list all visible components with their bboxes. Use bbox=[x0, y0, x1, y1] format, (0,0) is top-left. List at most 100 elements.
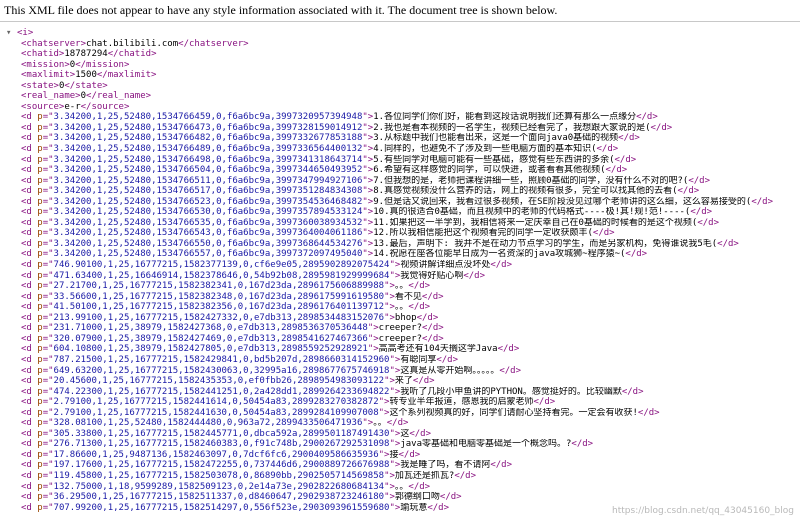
field-close-tag: </mission> bbox=[75, 59, 130, 70]
d-open-tag: <d bbox=[21, 207, 38, 218]
attribute-close: "> bbox=[362, 186, 374, 197]
danmaku-text: 2.我也是看本视频的一名学生，视频已经看完了，我想跟大家说的是( bbox=[373, 122, 651, 133]
field-open-tag: <maxlimit> bbox=[21, 70, 76, 81]
danmaku-text: creeper? bbox=[378, 333, 423, 344]
danmaku-line: <d p="746.90100,1,25,16777215,1582377139… bbox=[0, 260, 800, 271]
danmaku-line: <d p="231.71000,1,25,38979,1582427368,0,… bbox=[0, 323, 800, 334]
d-open-tag: <d bbox=[21, 281, 38, 292]
danmaku-text: 10.真的很适合0基础，而且视频中的老师的代码格式----极!其!规!范!---… bbox=[373, 207, 691, 218]
p-attribute-value: 276.71300,1,25,16777215,1582460383,0,f91… bbox=[53, 439, 390, 450]
root-open-tag: <i> bbox=[17, 28, 34, 38]
d-close-tag: </d> bbox=[497, 344, 520, 355]
danmaku-text: 加瓦还是抓瓦? bbox=[394, 470, 455, 481]
d-close-tag: </d> bbox=[596, 144, 619, 155]
danmaku-line: <d p="132.75000,1,18,9599289,1582509123,… bbox=[0, 482, 800, 493]
d-close-tag: </d> bbox=[409, 428, 432, 439]
attribute-equals: =" bbox=[42, 470, 54, 481]
d-close-tag: </d> bbox=[625, 249, 648, 260]
d-open-tag: <d bbox=[21, 175, 38, 186]
d-close-tag: </d> bbox=[621, 386, 644, 397]
xml-field-line: <state>0</state> bbox=[0, 81, 800, 92]
attribute-equals: =" bbox=[42, 217, 54, 228]
d-close-tag: </d> bbox=[677, 186, 700, 197]
d-close-tag: </d> bbox=[592, 228, 615, 239]
field-value: e-r bbox=[64, 101, 81, 112]
xml-field-line: <source>e-r</source> bbox=[0, 102, 800, 113]
attribute-close: "> bbox=[362, 133, 374, 144]
attribute-equals: =" bbox=[42, 376, 54, 387]
field-value: 18787294 bbox=[64, 49, 108, 60]
d-close-tag: </d> bbox=[614, 154, 637, 165]
p-attribute-value: 649.63200,1,25,16777215,1582430063,0,329… bbox=[53, 365, 390, 376]
field-open-tag: <mission> bbox=[21, 59, 70, 70]
p-attribute-value: 320.07900,1,25,38979,1582427469,0,e7db31… bbox=[53, 333, 368, 344]
danmaku-text: 有聪同享 bbox=[400, 354, 437, 365]
danmaku-line: <d p="36.29500,1,25,16777215,1582511337,… bbox=[0, 492, 800, 503]
d-open-tag: <d bbox=[21, 365, 38, 376]
attribute-equals: =" bbox=[42, 281, 54, 292]
attribute-close: "> bbox=[362, 238, 374, 249]
danmaku-text: 这个系列视频真的好，同学们请耐心坚持看完。一定会有收获! bbox=[389, 407, 638, 418]
danmaku-line: <d p="3.34200,1,25,52480,1534766523,0,f6… bbox=[0, 197, 800, 208]
attribute-equals: =" bbox=[42, 165, 54, 176]
d-close-tag: </d> bbox=[571, 439, 594, 450]
d-close-tag: </d> bbox=[637, 407, 660, 418]
d-open-tag: <d bbox=[21, 397, 38, 408]
attribute-close: "> bbox=[362, 418, 374, 429]
attribute-equals: =" bbox=[42, 344, 54, 355]
p-attribute-value: 328.08100,1,25,52480,1582444480,0,963a72… bbox=[53, 418, 363, 429]
attribute-close: "> bbox=[384, 312, 395, 323]
d-close-tag: </d> bbox=[422, 333, 444, 344]
danmaku-text: 13.最后，声明下: 我并不是在动力节点学习的学生，而是另家机构，免得谁说我5毛… bbox=[373, 238, 718, 249]
danmaku-line: <d p="787.21500,1,25,16777215,1582429841… bbox=[0, 355, 800, 366]
attribute-equals: =" bbox=[42, 428, 54, 439]
p-attribute-value: 707.99200,1,25,16777215,1582514297,0,556… bbox=[53, 502, 390, 513]
d-close-tag: </d> bbox=[416, 312, 439, 323]
attribute-equals: =" bbox=[42, 260, 54, 271]
p-attribute-value: 3.34200,1,25,52480,1534766511,0,f6a6bc9a… bbox=[53, 175, 363, 186]
attribute-close: "> bbox=[378, 449, 390, 460]
d-open-tag: <d bbox=[21, 122, 38, 133]
xml-field-line: <chatserver>chat.bilibili.com</chatserve… bbox=[0, 39, 800, 50]
attribute-close: "> bbox=[389, 260, 401, 271]
p-attribute-value: 36.29500,1,25,16777215,1582511337,0,d846… bbox=[53, 492, 385, 503]
d-close-tag: </d> bbox=[650, 122, 673, 133]
p-attribute-value: 3.34200,1,25,52480,1534766535,0,f6a6bc9a… bbox=[53, 217, 363, 228]
d-close-tag: </d> bbox=[439, 492, 462, 503]
attribute-equals: =" bbox=[42, 133, 54, 144]
collapse-toggle-icon[interactable]: ▾ bbox=[6, 28, 17, 39]
d-close-tag: </d> bbox=[618, 133, 640, 144]
d-close-tag: </d> bbox=[690, 207, 713, 218]
danmaku-line: <d p="3.34200,1,25,52480,1534766550,0,f6… bbox=[0, 239, 800, 250]
notice-divider bbox=[0, 21, 800, 22]
danmaku-line: <d p="213.99100,1,25,16777215,1582427332… bbox=[0, 313, 800, 324]
p-attribute-value: 3.34200,1,25,52480,1534766530,0,f6a6bc9a… bbox=[53, 207, 363, 218]
d-close-tag: </d> bbox=[688, 175, 711, 186]
danmaku-text: java零基础和电脑零基础是一个概念吗。? bbox=[400, 439, 572, 450]
p-attribute-value: 3.34200,1,25,52480,1534766482,0,f6a6bc9a… bbox=[53, 133, 363, 144]
danmaku-text: 3.从标题中我们也能看出来，这是一个面向java0基础的视频 bbox=[373, 133, 619, 144]
attribute-equals: =" bbox=[42, 418, 54, 429]
d-close-tag: </d> bbox=[412, 376, 435, 387]
danmaku-line: <d p="3.34200,1,25,52480,1534766543,0,f6… bbox=[0, 228, 800, 239]
danmaku-text: 我觉得好贴心啊 bbox=[400, 270, 464, 281]
d-open-tag: <d bbox=[21, 196, 38, 207]
attribute-equals: =" bbox=[42, 228, 54, 239]
field-value: 1500 bbox=[75, 70, 97, 81]
danmaku-line: <d p="474.22300,1,25,16777215,1582441251… bbox=[0, 387, 800, 398]
attribute-close: "> bbox=[389, 460, 401, 471]
d-open-tag: <d bbox=[21, 186, 38, 197]
d-close-tag: </d> bbox=[717, 238, 739, 249]
field-close-tag: </maxlimit> bbox=[96, 70, 157, 81]
danmaku-line: <d p="3.34200,1,25,52480,1534766511,0,f6… bbox=[0, 176, 800, 187]
d-close-tag: </d> bbox=[490, 260, 513, 271]
xml-field-line: <chatid>18787294</chatid> bbox=[0, 49, 800, 60]
d-open-tag: <d bbox=[21, 333, 38, 344]
danmaku-line: <d p="276.71300,1,25,16777215,1582460383… bbox=[0, 439, 800, 450]
p-attribute-value: 471.63400,1,25,16646914,1582378646,0,54b… bbox=[53, 270, 390, 281]
field-close-tag: </real_name> bbox=[86, 91, 152, 102]
danmaku-text: 高高考还有104天搁这学Java bbox=[378, 344, 498, 355]
danmaku-text: 1.各位同学们你们好，能看到这段话说明我们还算有那么一点缘分 bbox=[373, 112, 637, 123]
d-open-tag: <d bbox=[21, 470, 38, 481]
p-attribute-value: 305.33800,1,25,16777215,1582445771,0,dbc… bbox=[53, 428, 390, 439]
